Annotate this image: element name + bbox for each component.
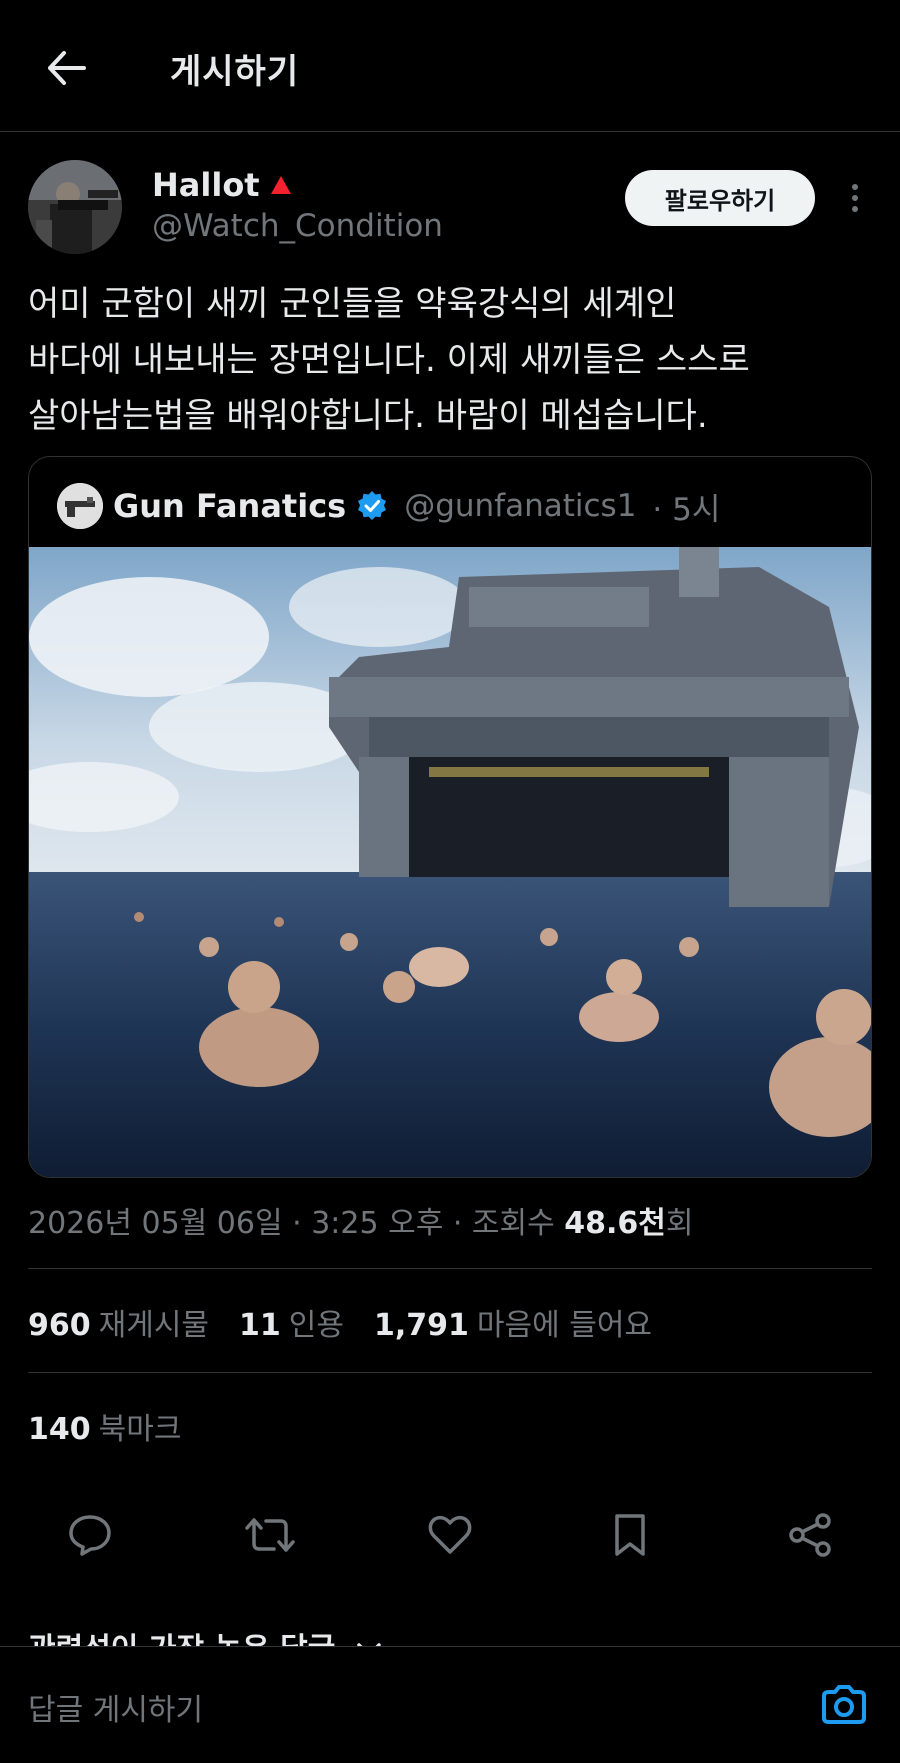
back-button[interactable]	[36, 38, 96, 98]
more-options-button[interactable]	[840, 178, 870, 218]
camera-button[interactable]	[816, 1677, 872, 1733]
more-icon-dot	[852, 206, 858, 212]
like-count: 1,791	[373, 1308, 469, 1343]
quoted-post-photo[interactable]	[29, 547, 871, 1177]
follow-button[interactable]: 팔로우하기	[625, 170, 815, 226]
bookmark-count: 140	[28, 1412, 91, 1447]
post-author: Hallot @Watch_Condition 팔로우하기	[28, 160, 872, 256]
author-name[interactable]: Hallot	[152, 166, 292, 204]
reply-input[interactable]: 답글 게시하기	[28, 1685, 203, 1729]
like-icon	[428, 1515, 472, 1554]
quote-count-link[interactable]: 11 인용	[239, 1300, 344, 1344]
avatar[interactable]	[28, 160, 122, 254]
quoted-author-handle: @gunfanatics1	[404, 488, 637, 524]
bookmark-button[interactable]	[595, 1500, 665, 1570]
post-meta: 2026년 05월 06일 · 3:25 오후 · 조회수 48.6천회	[28, 1198, 694, 1242]
action-bar	[0, 1500, 900, 1570]
post-text-line: 어미 군함이 새끼 군인들을 약육강식의 세계인	[28, 284, 677, 324]
more-icon-dot	[852, 195, 858, 201]
like-button[interactable]	[415, 1500, 485, 1570]
verified-icon	[358, 491, 387, 520]
repost-count-link[interactable]: 960 재게시물	[28, 1300, 209, 1344]
reply-icon	[69, 1515, 111, 1556]
author-handle[interactable]: @Watch_Condition	[152, 208, 443, 244]
reply-button[interactable]	[55, 1500, 125, 1570]
view-count-suffix: 회	[665, 1206, 694, 1241]
quoted-author-name: Gun Fanatics	[113, 487, 347, 525]
quoted-avatar	[57, 483, 103, 529]
divider	[28, 1268, 872, 1269]
page-title: 게시하기	[170, 52, 300, 92]
quoted-post-header: Gun Fanatics @gunfanatics1 · 5시	[57, 481, 720, 531]
repost-count: 960	[28, 1308, 91, 1343]
post-text-line: 바다에 내보내는 장면입니다. 이제 새끼들은 스스로	[28, 340, 750, 380]
quote-label: 인용	[288, 1308, 344, 1343]
top-bar: 게시하기	[0, 0, 900, 132]
post-text: 어미 군함이 새끼 군인들을 약육강식의 세계인 바다에 내보내는 장면입니다.…	[28, 276, 878, 444]
author-display-name: Hallot	[152, 166, 260, 204]
reply-composer: 답글 게시하기	[0, 1646, 900, 1763]
like-label: 마음에 들어요	[476, 1308, 653, 1343]
bookmark-count-link[interactable]: 140 북마크	[28, 1404, 181, 1448]
camera-icon	[822, 1685, 866, 1724]
more-icon-dot	[852, 184, 858, 190]
like-count-link[interactable]: 1,791 마음에 들어요	[374, 1300, 652, 1344]
post-stats: 960 재게시물 11 인용 1,791 마음에 들어요	[28, 1300, 652, 1344]
share-icon	[789, 1513, 831, 1557]
post-text-line: 살아남는법을 배워야합니다. 바람이 메섭습니다.	[28, 396, 708, 436]
quote-count: 11	[239, 1308, 281, 1343]
quoted-post[interactable]: Gun Fanatics @gunfanatics1 · 5시	[28, 456, 872, 1178]
view-count: 48.6천	[564, 1206, 666, 1241]
post-date: 2026년 05월 06일	[28, 1206, 283, 1241]
triangle-badge-icon	[270, 176, 291, 194]
repost-icon	[245, 1518, 295, 1552]
share-button[interactable]	[775, 1500, 845, 1570]
divider	[28, 1372, 872, 1373]
back-arrow-icon	[48, 51, 86, 85]
bookmark-label: 북마크	[98, 1412, 182, 1447]
bookmark-icon	[615, 1514, 645, 1556]
repost-button[interactable]	[235, 1500, 305, 1570]
repost-label: 재게시물	[98, 1308, 210, 1343]
quoted-post-time: · 5시	[652, 491, 721, 528]
post-time-views-label: · 3:25 오후 · 조회수	[292, 1206, 555, 1241]
